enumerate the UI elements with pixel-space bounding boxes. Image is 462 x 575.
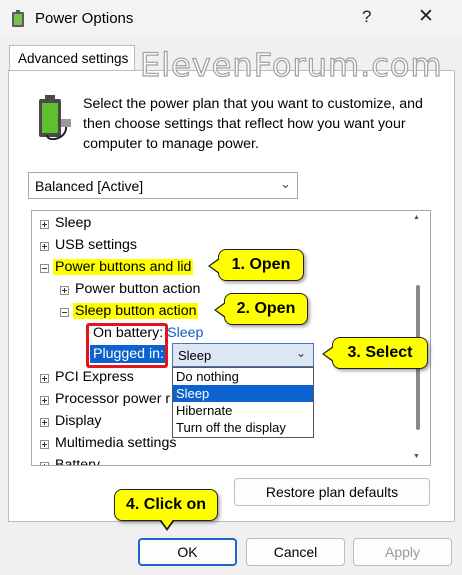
expand-icon[interactable] (40, 220, 49, 229)
expand-icon[interactable] (60, 286, 69, 295)
expand-icon[interactable] (40, 462, 49, 465)
window-title: Power Options (35, 10, 134, 27)
power-options-icon (12, 10, 24, 27)
option-sleep[interactable]: Sleep (173, 385, 313, 402)
plugged-in-value: Sleep (178, 348, 212, 363)
callout-3-select: 3. Select (322, 337, 428, 369)
watermark: ElevenForum.com (139, 45, 443, 84)
tree-item-sleep-button-action[interactable]: Sleep button action (60, 303, 199, 319)
expand-icon[interactable] (40, 440, 49, 449)
tree-item-sleep[interactable]: Sleep (40, 215, 91, 231)
collapse-icon[interactable] (60, 308, 69, 317)
tab-label: Advanced settings (18, 51, 129, 66)
expand-icon[interactable] (40, 418, 49, 427)
callout-2-open: 2. Open (214, 293, 308, 325)
plan-description: Select the power plan that you want to c… (83, 96, 423, 152)
power-plan-value: Balanced [Active] (35, 178, 144, 194)
option-do-nothing[interactable]: Do nothing (173, 368, 313, 385)
help-button[interactable]: ? (362, 7, 371, 27)
restore-plan-defaults-button[interactable]: Restore plan defaults (234, 478, 430, 506)
tree-item-battery[interactable]: Battery (40, 457, 100, 465)
annotation-red-box (86, 323, 168, 368)
apply-button[interactable]: Apply (353, 538, 452, 566)
scroll-up-icon[interactable]: ▲ (413, 214, 420, 221)
tree-item-power-button-action[interactable]: Power button action (60, 281, 200, 297)
chevron-down-icon: ⌄ (280, 176, 291, 191)
expand-icon[interactable] (40, 396, 49, 405)
collapse-icon[interactable] (40, 264, 49, 273)
expand-icon[interactable] (40, 374, 49, 383)
ok-button[interactable]: OK (138, 538, 237, 566)
tree-item-pci-express[interactable]: PCI Express (40, 369, 134, 385)
tree-item-display[interactable]: Display (40, 413, 102, 429)
expand-icon[interactable] (40, 242, 49, 251)
scroll-down-icon[interactable]: ▼ (413, 453, 420, 460)
tree-item-power-buttons-and-lid[interactable]: Power buttons and lid (40, 259, 194, 275)
option-hibernate[interactable]: Hibernate (173, 402, 313, 419)
tree-item-processor-power[interactable]: Processor power r (40, 391, 170, 407)
tab-advanced-settings[interactable]: Advanced settings (9, 45, 135, 72)
on-battery-value[interactable]: Sleep (167, 325, 203, 341)
tree-item-multimedia-settings[interactable]: Multimedia settings (40, 435, 176, 451)
callout-4-click-on: 4. Click on (114, 489, 218, 531)
power-plan-select[interactable]: Balanced [Active] ⌄ (28, 172, 298, 199)
plugged-in-dropdown[interactable]: Do nothing Sleep Hibernate Turn off the … (172, 367, 314, 438)
battery-plug-icon (39, 95, 71, 140)
plugged-in-select[interactable]: Sleep ⌄ (172, 343, 314, 367)
chevron-down-icon: ⌄ (296, 346, 307, 360)
tree-item-usb-settings[interactable]: USB settings (40, 237, 137, 253)
callout-1-open: 1. Open (208, 249, 304, 281)
title-bar: Power Options ? ✕ (0, 0, 462, 38)
option-turn-off-display[interactable]: Turn off the display (173, 419, 313, 436)
close-button[interactable]: ✕ (418, 5, 434, 28)
cancel-button[interactable]: Cancel (246, 538, 345, 566)
